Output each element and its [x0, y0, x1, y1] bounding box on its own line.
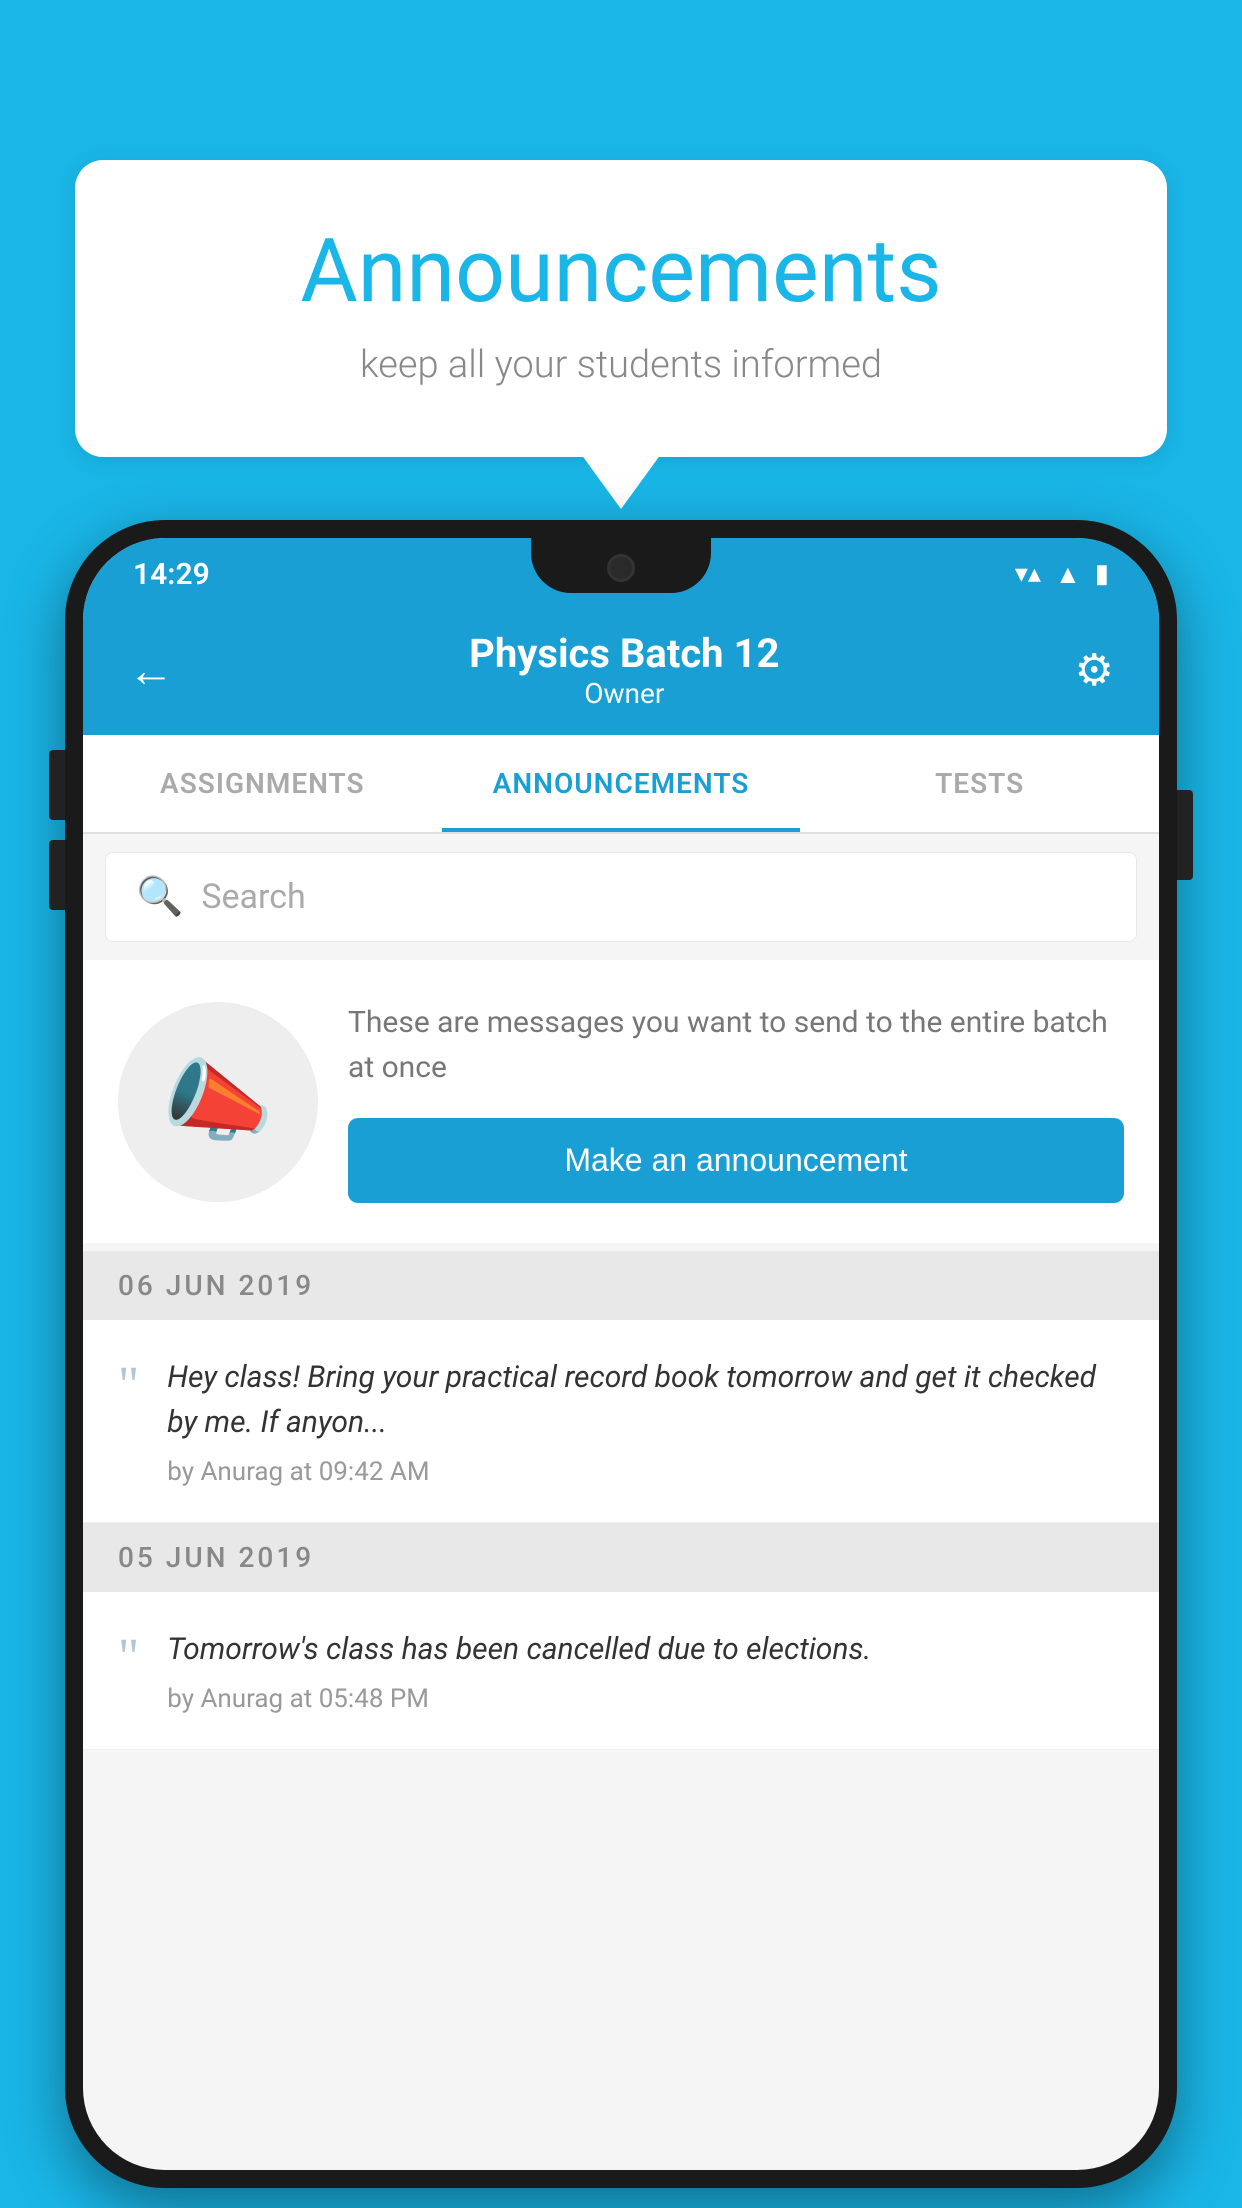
announcement-text-2: Tomorrow's class has been cancelled due … — [167, 1627, 1124, 1672]
tab-announcements[interactable]: ANNOUNCEMENTS — [442, 735, 801, 832]
announcement-content-1: Hey class! Bring your practical record b… — [167, 1355, 1124, 1487]
cta-right: These are messages you want to send to t… — [348, 1000, 1124, 1203]
quote-icon-2: " — [118, 1632, 139, 1684]
volume-up-button[interactable] — [49, 750, 65, 820]
status-time: 14:29 — [133, 557, 210, 592]
search-icon: 🔍 — [136, 875, 183, 919]
announcement-item-2[interactable]: " Tomorrow's class has been cancelled du… — [83, 1592, 1159, 1750]
content-area: 🔍 Search 📣 These are messages you want t… — [83, 834, 1159, 1750]
cta-description: These are messages you want to send to t… — [348, 1000, 1124, 1090]
announcement-icon-circle: 📣 — [118, 1002, 318, 1202]
tab-tests[interactable]: TESTS — [800, 735, 1159, 832]
phone-container: 14:29 ▾▴ ▲ ▮ ← Physics Batch 12 Owner ⚙ — [65, 520, 1177, 2188]
speech-bubble: Announcements keep all your students inf… — [75, 160, 1167, 457]
speech-bubble-title: Announcements — [155, 220, 1087, 323]
announcement-meta-1: by Anurag at 09:42 AM — [167, 1457, 1124, 1487]
tab-assignments[interactable]: ASSIGNMENTS — [83, 735, 442, 832]
signal-icon: ▲ — [1055, 559, 1081, 590]
phone-screen: 14:29 ▾▴ ▲ ▮ ← Physics Batch 12 Owner ⚙ — [83, 538, 1159, 2170]
wifi-icon: ▾▴ — [1015, 559, 1041, 589]
search-bar[interactable]: 🔍 Search — [105, 852, 1137, 942]
speech-bubble-subtitle: keep all your students informed — [155, 343, 1087, 387]
app-bar-title: Physics Batch 12 — [469, 630, 779, 677]
power-button[interactable] — [1177, 790, 1193, 880]
back-button[interactable]: ← — [128, 643, 174, 698]
announcement-item-1[interactable]: " Hey class! Bring your practical record… — [83, 1320, 1159, 1523]
date-separator-2: 05 JUN 2019 — [83, 1523, 1159, 1592]
app-bar: ← Physics Batch 12 Owner ⚙ — [83, 610, 1159, 735]
search-placeholder: Search — [201, 877, 305, 917]
phone-frame: 14:29 ▾▴ ▲ ▮ ← Physics Batch 12 Owner ⚙ — [65, 520, 1177, 2188]
front-camera — [607, 554, 635, 582]
announcement-text-1: Hey class! Bring your practical record b… — [167, 1355, 1124, 1445]
megaphone-icon: 📣 — [162, 1049, 274, 1154]
announcement-content-2: Tomorrow's class has been cancelled due … — [167, 1627, 1124, 1714]
cta-section: 📣 These are messages you want to send to… — [83, 960, 1159, 1243]
date-separator-1: 06 JUN 2019 — [83, 1251, 1159, 1320]
status-icons: ▾▴ ▲ ▮ — [1015, 559, 1109, 590]
settings-icon[interactable]: ⚙ — [1075, 644, 1114, 696]
app-bar-center: Physics Batch 12 Owner — [469, 630, 779, 710]
quote-icon-1: " — [118, 1360, 139, 1412]
volume-down-button[interactable] — [49, 840, 65, 910]
tabs-bar: ASSIGNMENTS ANNOUNCEMENTS TESTS — [83, 735, 1159, 834]
speech-bubble-container: Announcements keep all your students inf… — [75, 160, 1167, 457]
phone-notch — [531, 538, 711, 593]
app-bar-subtitle: Owner — [469, 677, 779, 710]
make-announcement-button[interactable]: Make an announcement — [348, 1118, 1124, 1203]
announcement-meta-2: by Anurag at 05:48 PM — [167, 1684, 1124, 1714]
battery-icon: ▮ — [1095, 559, 1109, 589]
